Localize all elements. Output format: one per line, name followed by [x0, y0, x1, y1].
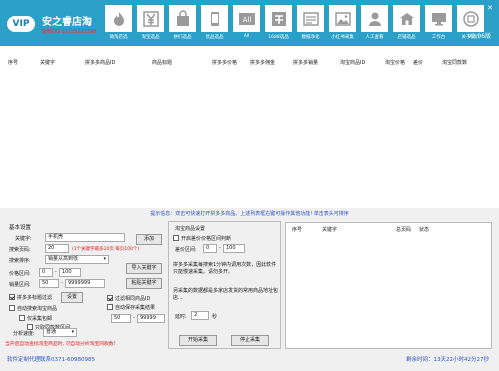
chevron-down-icon: ▾: [71, 329, 74, 335]
toolbar-item-taobao[interactable]: 淘宝选品: [135, 5, 166, 43]
toolbar-item-workbench[interactable]: 工作台: [423, 5, 454, 43]
all-icon: All: [233, 5, 260, 32]
window-controls: — ✕: [474, 4, 493, 12]
toolbar-item-youpin[interactable]: 优品选品: [199, 5, 230, 43]
yen-icon: [137, 5, 164, 32]
basic-settings-title: 基本设置: [9, 225, 32, 231]
toolbar: 微淘店选 淘宝选品 拼们选品 优品选品 All All 1688选品 数据净化 …: [103, 5, 487, 43]
toolbar-item-store[interactable]: 店铺选品: [391, 5, 422, 43]
taobao-settings-title: 淘宝商品设置: [175, 226, 206, 232]
toolbar-item-wei-tao[interactable]: 微淘店选: [103, 5, 134, 43]
store-icon: [393, 5, 420, 32]
diff-min-input[interactable]: 0: [203, 244, 217, 253]
kw-col-index[interactable]: 序号: [292, 226, 302, 233]
svg-text:All: All: [242, 16, 251, 24]
version-label: V2.06版: [467, 33, 491, 40]
toolbar-item-data-clean[interactable]: 数据净化: [295, 5, 326, 43]
kw-col-status[interactable]: 状态: [419, 226, 429, 233]
taobao-settings: 淘宝商品设置 开启差价价格区间判断 差价区间: 0 - 100 拼多多采集每搜索…: [168, 221, 281, 349]
filter-pdd-checkbox[interactable]: [9, 294, 15, 300]
keyword-input[interactable]: 手机壳: [45, 233, 125, 242]
results-grid[interactable]: 序号 关键字 拼多多商品ID 商品标题 拼多多价格 拼多多佣金 拼多多销量 淘宝…: [0, 46, 499, 208]
person-icon: [361, 5, 388, 32]
basic-settings: 基本设置 关键字: 手机壳 添加 搜索页码: 20 (1个关键字最多10页 每页…: [5, 221, 166, 349]
col-index[interactable]: 序号: [8, 59, 18, 66]
col-pdd-sales[interactable]: 拼多多销量: [293, 59, 318, 66]
sort-select[interactable]: 销量从高到低 ▾: [45, 255, 109, 264]
pages-hint: (1个关键字最多10页 每页100个): [72, 247, 140, 252]
kw-col-keyword[interactable]: 关键字: [322, 226, 337, 233]
chevron-down-icon: ▾: [103, 256, 106, 262]
stop-collect-button[interactable]: 停止采集: [231, 335, 269, 346]
kw-col-pages[interactable]: 总页码: [396, 226, 411, 233]
database-icon: [297, 5, 324, 32]
remaining-time: 剩余时间：13天22小时42分27秒: [406, 357, 489, 363]
col-pdd-price[interactable]: 拼多多价格: [212, 59, 237, 66]
title-bar: VIP 安之睿店淘 客服QQ:15729222398 微淘店选 淘宝选品 拼们选…: [0, 0, 499, 46]
setup-button[interactable]: 设置: [61, 292, 83, 303]
col-keyword[interactable]: 关键字: [40, 59, 55, 66]
shopping-bag-icon: [169, 5, 196, 32]
col-tb-price[interactable]: 淘宝价格: [385, 59, 405, 66]
vip-logo: VIP: [7, 16, 35, 32]
keyword-table[interactable]: 序号 关键字 总页码 状态: [285, 222, 492, 349]
diff-max-input[interactable]: 100: [223, 244, 245, 253]
auto-search-warning: 当开启自动查找淘宝商品时, 可自动分析淘宝同款数!: [5, 342, 116, 347]
col-title[interactable]: 商品标题: [152, 59, 172, 66]
price-diff-checkbox[interactable]: [173, 235, 179, 241]
col-diff[interactable]: 差价: [413, 59, 423, 66]
import-keyword-button[interactable]: 导入关键字: [126, 263, 162, 274]
grid-header: 序号 关键字 拼多多商品ID 商品标题 拼多多价格 拼多多佣金 拼多多销量 淘宝…: [0, 59, 499, 71]
toolbar-item-1688[interactable]: 1688选品: [263, 5, 294, 43]
start-collect-button[interactable]: 开始采集: [179, 335, 217, 346]
sales-max-input[interactable]: 9999999: [65, 279, 105, 288]
col-pdd-commission[interactable]: 拼多多佣金: [250, 59, 275, 66]
status-bar: 软件定制代理联系0371-60980985 剩余时间：13天22小时42分27秒: [0, 354, 499, 371]
col-tb-same[interactable]: 淘宝同款数: [442, 59, 467, 66]
contact-qq: 客服QQ:15729222398: [42, 29, 97, 35]
search-pages-input[interactable]: 20: [45, 244, 69, 253]
minimize-icon[interactable]: —: [474, 4, 481, 12]
toolbar-item-all[interactable]: All All: [231, 5, 262, 43]
computer-icon: [425, 5, 452, 32]
app-title: 安之睿店淘: [42, 17, 92, 28]
filter-same-id-checkbox[interactable]: [107, 295, 113, 301]
sales-min-input[interactable]: 50: [39, 279, 59, 288]
count-min-input[interactable]: 50: [111, 314, 131, 323]
toolbar-item-xiaohongshu[interactable]: 小红书采集: [327, 5, 358, 43]
close-icon[interactable]: ✕: [487, 4, 493, 12]
col-tb-id[interactable]: 淘宝商品ID: [340, 59, 365, 66]
col-pdd-id[interactable]: 拼多多商品ID: [85, 59, 115, 66]
only-pdd-checkbox[interactable]: [19, 315, 25, 321]
flame-icon: [105, 5, 132, 32]
agent-contact: 软件定制代理联系0371-60980985: [7, 357, 95, 363]
pdd-rate-note: 拼多多采集每搜索1分钟内调用次数，因此软件只能慢速采集。请勿多开。: [173, 262, 277, 275]
toolbar-item-manual-check[interactable]: 人工查看: [359, 5, 390, 43]
address-note: 另采集的数据都是多家店发货的常用商品地址包店...: [173, 288, 279, 301]
price-min-input[interactable]: 0: [39, 268, 53, 277]
supply-icon: [265, 5, 292, 32]
delay-input[interactable]: 2: [191, 311, 209, 320]
image-icon: [329, 5, 356, 32]
price-max-input[interactable]: 100: [59, 268, 81, 277]
toolbar-item-pinmen[interactable]: 拼们选品: [167, 5, 198, 43]
auto-save-checkbox[interactable]: [107, 304, 113, 310]
add-button[interactable]: 添加: [136, 234, 162, 245]
speed-select[interactable]: 普通 ▾: [43, 328, 77, 337]
phone-icon: [201, 5, 228, 32]
tip-message: 提示信息：双击可快速打开拼多多商品。上述列表框右键可操作其他功能! 单击表头可排…: [150, 211, 349, 217]
auto-search-checkbox[interactable]: [9, 305, 15, 311]
paste-keyword-button[interactable]: 粘贴关键字: [126, 278, 162, 289]
count-max-input[interactable]: 99999: [137, 314, 165, 323]
